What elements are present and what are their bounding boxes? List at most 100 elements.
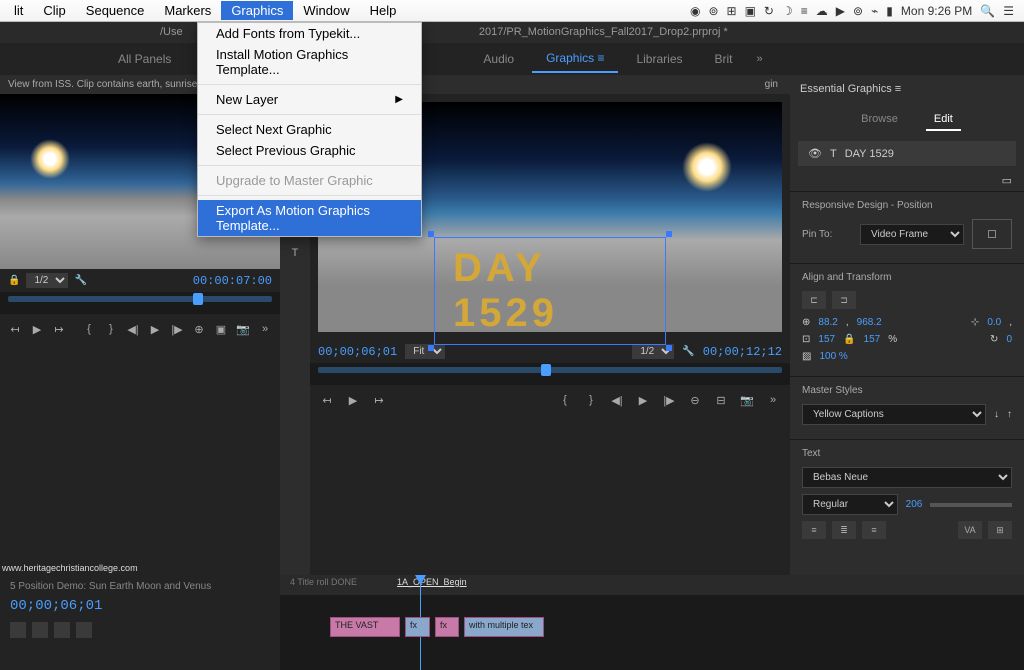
set-out-icon[interactable]: } bbox=[582, 391, 600, 409]
more-icon[interactable]: » bbox=[258, 320, 272, 338]
overwrite-icon[interactable]: ▣ bbox=[214, 320, 228, 338]
timeline-clip[interactable]: fx bbox=[405, 617, 430, 637]
export-frame-icon[interactable]: 📷 bbox=[236, 320, 250, 338]
dropdown-add-fonts[interactable]: Add Fonts from Typekit... bbox=[198, 23, 421, 44]
pos-y-input[interactable]: 968.2 bbox=[857, 317, 882, 328]
play-btn-icon[interactable]: ▶ bbox=[148, 320, 162, 338]
rotation-input[interactable]: 0 bbox=[1006, 334, 1012, 345]
tracking-icon[interactable]: VA bbox=[958, 521, 982, 539]
align-center-text-icon[interactable]: ≣ bbox=[832, 521, 856, 539]
tl-tool-icon[interactable] bbox=[10, 622, 26, 638]
menu-help[interactable]: Help bbox=[360, 1, 407, 20]
dropbox-icon[interactable]: ⊞ bbox=[727, 4, 737, 18]
resize-handle[interactable] bbox=[666, 231, 672, 237]
step-back-icon[interactable]: ◀| bbox=[608, 391, 626, 409]
title-selection-box[interactable]: DAY 1529 bbox=[434, 237, 666, 345]
ws-audio[interactable]: Audio bbox=[469, 46, 528, 72]
clock[interactable]: Mon 9:26 PM bbox=[901, 4, 972, 18]
tray-icon[interactable]: ▣ bbox=[745, 4, 756, 18]
program-playhead[interactable] bbox=[541, 364, 551, 376]
align-right-text-icon[interactable]: ≡ bbox=[862, 521, 886, 539]
spotlight-icon[interactable]: 🔍 bbox=[980, 4, 995, 18]
ws-graphics[interactable]: Graphics ≡ bbox=[532, 45, 618, 73]
set-in-icon[interactable]: { bbox=[82, 320, 96, 338]
resize-handle[interactable] bbox=[428, 345, 434, 351]
align-left-icon[interactable]: ⊏ bbox=[802, 291, 826, 309]
notification-icon[interactable]: ☰ bbox=[1003, 4, 1014, 18]
evernote-icon[interactable]: ◉ bbox=[690, 4, 700, 18]
program-tc-right[interactable]: 00;00;12;12 bbox=[703, 345, 782, 359]
pin-grid[interactable] bbox=[972, 219, 1012, 249]
dropdown-select-prev[interactable]: Select Previous Graphic bbox=[198, 140, 421, 161]
step-back-icon[interactable]: ◀| bbox=[126, 320, 140, 338]
set-in-icon[interactable]: { bbox=[556, 391, 574, 409]
menu-markers[interactable]: Markers bbox=[154, 1, 221, 20]
mark-in-icon[interactable]: ↤ bbox=[8, 320, 22, 338]
timeline-timecode[interactable]: 00;00;06;01 bbox=[10, 598, 270, 614]
mark-in-icon[interactable]: ↤ bbox=[318, 391, 336, 409]
ws-brit[interactable]: Brit bbox=[701, 46, 747, 72]
timeline-tracks[interactable]: 4 Title roll DONE 1A_OPEN_Begin THE VAST… bbox=[280, 575, 1024, 670]
wrench-icon[interactable]: 🔧 bbox=[682, 346, 694, 357]
type-tool-icon[interactable]: T bbox=[285, 243, 305, 263]
menu-graphics[interactable]: Graphics bbox=[221, 1, 293, 20]
pos-x-input[interactable]: 88.2 bbox=[818, 317, 837, 328]
wifi-icon[interactable]: ⊚ bbox=[853, 4, 863, 18]
resize-handle[interactable] bbox=[666, 345, 672, 351]
source-playhead[interactable] bbox=[193, 293, 203, 305]
menu-icon[interactable]: ≡ bbox=[801, 4, 808, 18]
dropdown-install-mogrt[interactable]: Install Motion Graphics Template... bbox=[198, 44, 421, 80]
ws-all-panels[interactable]: All Panels bbox=[104, 46, 185, 72]
scale-h-input[interactable]: 157 bbox=[864, 334, 881, 345]
bluetooth-icon[interactable]: ⌁ bbox=[871, 4, 878, 18]
font-size-input[interactable]: 206 bbox=[906, 499, 923, 510]
source-timecode[interactable]: 00:00:07:00 bbox=[193, 274, 272, 288]
pin-to-select[interactable]: Video Frame bbox=[860, 224, 964, 245]
set-out-icon[interactable]: } bbox=[104, 320, 118, 338]
tl-tab[interactable]: 5 Position Demo: Sun Earth Moon and Venu… bbox=[10, 581, 211, 592]
master-style-select[interactable]: Yellow Captions bbox=[802, 404, 986, 425]
lock-aspect-icon[interactable]: 🔒 bbox=[843, 334, 855, 345]
sync-icon[interactable]: ↻ bbox=[764, 4, 774, 18]
step-fwd-icon[interactable]: |▶ bbox=[660, 391, 678, 409]
align-center-icon[interactable]: ⊐ bbox=[832, 291, 856, 309]
play-icon[interactable]: ▶ bbox=[30, 320, 44, 338]
dropdown-select-next[interactable]: Select Next Graphic bbox=[198, 119, 421, 140]
dropdown-new-layer[interactable]: New Layer▶ bbox=[198, 89, 421, 110]
eg-tab-browse[interactable]: Browse bbox=[853, 109, 906, 131]
opacity-input[interactable]: 100 % bbox=[819, 351, 847, 362]
font-select[interactable]: Bebas Neue bbox=[802, 467, 1012, 488]
menu-clip[interactable]: Clip bbox=[33, 1, 75, 20]
source-scrubber[interactable] bbox=[0, 292, 280, 314]
kerning-icon[interactable]: ⊞ bbox=[988, 521, 1012, 539]
anchor-input[interactable]: 0.0 bbox=[987, 317, 1001, 328]
timeline-clip[interactable]: THE VAST bbox=[330, 617, 400, 637]
lock-icon[interactable]: 🔒 bbox=[8, 275, 20, 286]
font-weight-select[interactable]: Regular bbox=[802, 494, 898, 515]
source-zoom-select[interactable]: 1/2 bbox=[26, 273, 68, 288]
moon-icon[interactable]: ☽ bbox=[782, 4, 793, 18]
program-tc-left[interactable]: 00;00;06;01 bbox=[318, 345, 397, 359]
play-btn-icon[interactable]: ▶ bbox=[634, 391, 652, 409]
eg-tab-edit[interactable]: Edit bbox=[926, 109, 961, 131]
play-icon[interactable]: ▶ bbox=[344, 391, 362, 409]
export-frame-icon[interactable]: 📷 bbox=[738, 391, 756, 409]
step-fwd-icon[interactable]: |▶ bbox=[170, 320, 184, 338]
more-icon[interactable]: » bbox=[764, 391, 782, 409]
tl-tab-active[interactable]: 1A_OPEN_Begin bbox=[397, 577, 467, 587]
tl-tab[interactable]: 4 Title roll DONE bbox=[290, 577, 357, 587]
creative-cloud-icon[interactable]: ⊚ bbox=[708, 4, 718, 18]
resize-handle[interactable] bbox=[428, 231, 434, 237]
timeline-clip[interactable]: fx bbox=[435, 617, 459, 637]
tl-tool-icon[interactable] bbox=[54, 622, 70, 638]
new-layer-icon[interactable]: ▭ bbox=[1002, 175, 1012, 187]
scale-w-input[interactable]: 157 bbox=[818, 334, 835, 345]
eye-icon[interactable]: 👁 bbox=[808, 147, 822, 160]
wrench-icon[interactable]: 🔧 bbox=[74, 275, 86, 286]
insert-icon[interactable]: ⊕ bbox=[192, 320, 206, 338]
ws-libraries[interactable]: Libraries bbox=[622, 46, 696, 72]
tl-tool-icon[interactable] bbox=[32, 622, 48, 638]
program-scrubber[interactable] bbox=[310, 363, 790, 385]
font-size-slider[interactable] bbox=[930, 503, 1012, 507]
align-left-text-icon[interactable]: ≡ bbox=[802, 521, 826, 539]
